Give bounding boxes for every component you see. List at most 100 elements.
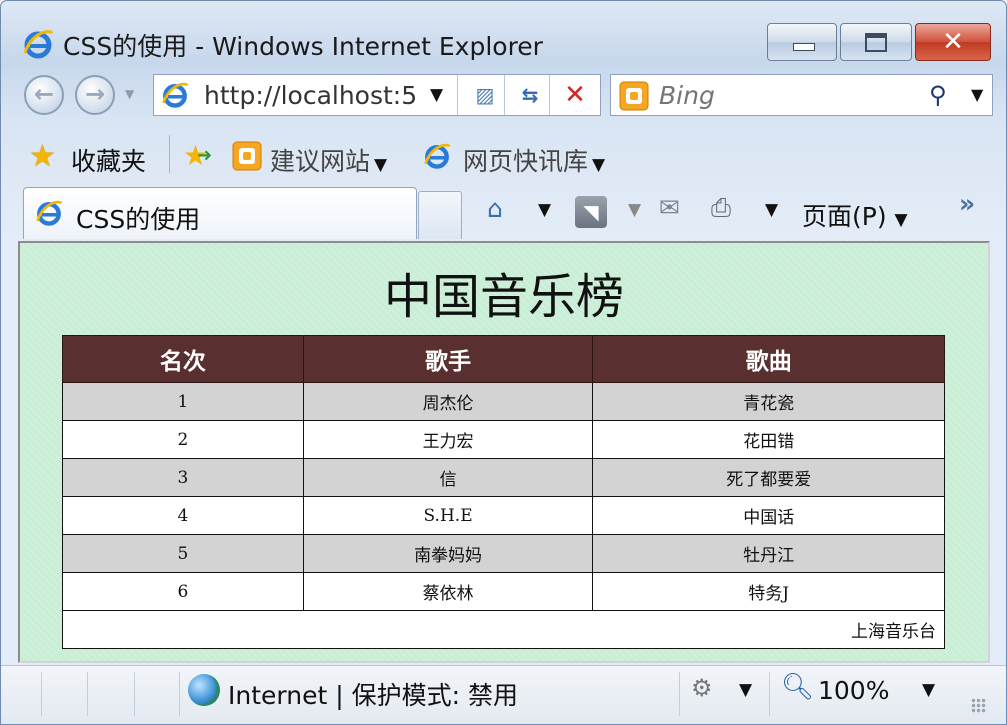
song-cell: 青花瓷 — [592, 382, 945, 421]
tab-label: CSS的使用 — [76, 205, 201, 234]
table-footer-source: 上海音乐台 — [62, 610, 945, 649]
arrow-left-icon: ← — [33, 80, 55, 108]
address-dropdown[interactable]: ▼ — [430, 85, 443, 105]
stop-icon[interactable]: ✕ — [559, 79, 591, 111]
page-ie-icon — [162, 82, 189, 108]
table-footer-row: 上海音乐台 — [62, 610, 945, 649]
singer-cell: 蔡依林 — [302, 572, 594, 611]
print-dropdown[interactable]: ▼ — [765, 200, 778, 220]
zoom-level[interactable]: 100% — [818, 676, 889, 705]
zoom-dropdown[interactable]: ▼ — [922, 680, 935, 700]
table-row: 1 周杰伦 青花瓷 — [62, 382, 945, 421]
page-menu-button[interactable]: 页面(P) ▼ — [802, 197, 908, 233]
resize-grip[interactable] — [971, 698, 987, 714]
rank-cell: 5 — [62, 534, 304, 573]
feeds-dropdown[interactable]: ▼ — [628, 200, 641, 220]
song-cell: 中国话 — [592, 496, 945, 535]
address-divider — [549, 75, 550, 115]
web-slice-gallery-link[interactable]: 网页快讯库 ▼ — [463, 142, 605, 178]
zoom-magnifier-icon[interactable]: 🔍︎ — [781, 672, 814, 702]
print-icon[interactable]: ⎙ — [711, 193, 731, 223]
refresh-icon[interactable]: ⇆ — [514, 79, 546, 111]
favorites-button[interactable]: 收藏夹 — [71, 142, 146, 178]
singer-cell: 信 — [302, 458, 594, 497]
suggested-sites-link[interactable]: 建议网站 ▼ — [270, 142, 387, 178]
column-header-singer: 歌手 — [302, 335, 594, 383]
address-bar[interactable]: http://localhost:5 ▼ ▨ ⇆ ✕ — [153, 74, 601, 116]
minimize-icon — [793, 43, 815, 51]
favorites-bar: ★ 收藏夹 ★ ➜ 建议网站 ▼ 网页快讯库 ▼ — [1, 129, 1006, 185]
add-to-favorites-bar-icon[interactable]: ★ ➜ — [183, 139, 212, 172]
status-divider — [41, 672, 42, 716]
address-divider — [457, 75, 458, 115]
recent-pages-dropdown[interactable]: ▼ — [125, 87, 134, 101]
singer-cell: S.H.E — [302, 496, 594, 535]
security-zone-status[interactable]: Internet | 保护模式: 禁用 — [228, 676, 518, 712]
song-cell: 死了都要爱 — [592, 458, 945, 497]
close-button[interactable]: ✕ — [915, 23, 991, 61]
navigation-bar: ← → ▼ http://localhost:5 ▼ ▨ ⇆ ✕ Bing ⚲ … — [1, 71, 1006, 125]
singer-cell: 南拳妈妈 — [302, 534, 594, 573]
status-divider — [134, 672, 135, 716]
search-box[interactable]: ⚲ ▼ — [610, 74, 993, 116]
table-row: 2 王力宏 花田错 — [62, 420, 945, 459]
chevron-down-icon: ▼ — [374, 155, 388, 175]
feeds-icon[interactable]: ◥ — [575, 196, 607, 228]
rank-cell: 6 — [62, 572, 304, 611]
chevron-down-icon: ▼ — [592, 155, 606, 175]
green-arrow-icon: ➜ — [197, 145, 213, 166]
status-divider — [769, 672, 770, 716]
address-divider — [504, 75, 505, 115]
new-tab-button[interactable] — [418, 191, 462, 239]
tab-bar: CSS的使用 ⌂ ▼ ◥ ▼ ✉ ⎙ ▼ 页面(P) ▼ » — [1, 185, 1006, 241]
column-header-rank: 名次 — [62, 335, 304, 383]
maximize-icon — [865, 33, 887, 52]
search-options-dropdown[interactable]: ▼ — [971, 85, 983, 104]
internet-zone-globe-icon — [188, 674, 220, 706]
search-input[interactable] — [659, 75, 919, 115]
home-dropdown[interactable]: ▼ — [538, 200, 551, 220]
home-icon[interactable]: ⌂ — [487, 194, 503, 223]
tab-css[interactable]: CSS的使用 — [23, 187, 417, 239]
table-row: 6 蔡依林 特务J — [62, 572, 945, 611]
favorites-star-icon[interactable]: ★ — [29, 139, 56, 174]
search-icon[interactable]: ⚲ — [929, 81, 947, 109]
back-button[interactable]: ← — [24, 75, 64, 115]
maximize-button[interactable] — [840, 23, 912, 61]
bing-icon — [619, 81, 649, 111]
address-input[interactable]: http://localhost:5 — [204, 81, 422, 110]
song-cell: 特务J — [592, 572, 945, 611]
forward-button[interactable]: → — [75, 75, 115, 115]
compatibility-view-icon[interactable]: ▨ — [469, 79, 501, 111]
status-divider — [679, 672, 680, 716]
title-bar: CSS的使用 - Windows Internet Explorer ✕ — [1, 1, 1006, 71]
mail-icon[interactable]: ✉ — [659, 193, 680, 222]
table-row: 5 南拳妈妈 牡丹江 — [62, 534, 945, 573]
table-row: 4 S.H.E 中国话 — [62, 496, 945, 535]
suggested-sites-label: 建议网站 — [270, 147, 371, 176]
chevron-down-icon[interactable]: ▼ — [739, 680, 752, 700]
chevron-down-icon: ▼ — [894, 210, 908, 230]
page-title: 中国音乐榜 — [383, 269, 624, 325]
status-bar: Internet | 保护模式: 禁用 ⚙ ▼ 🔍︎ 100% ▼ — [1, 665, 1006, 724]
song-cell: 花田错 — [592, 420, 945, 459]
status-divider — [179, 672, 180, 716]
rank-cell: 2 — [62, 420, 304, 459]
singer-cell: 王力宏 — [302, 420, 594, 459]
column-header-song: 歌曲 — [592, 335, 945, 383]
rank-cell: 4 — [62, 496, 304, 535]
ie-logo-icon — [23, 30, 54, 59]
web-slice-gallery-label: 网页快讯库 — [463, 147, 589, 176]
protected-mode-icon[interactable]: ⚙ — [691, 674, 713, 702]
arrow-right-icon: → — [84, 80, 106, 108]
status-divider — [87, 672, 88, 716]
table-row: 3 信 死了都要爱 — [62, 458, 945, 497]
singer-cell: 周杰伦 — [302, 382, 594, 421]
close-icon: ✕ — [942, 27, 964, 57]
more-commands-icon[interactable]: » — [959, 189, 975, 218]
page-menu-label: 页面(P) — [802, 202, 887, 231]
music-chart-table: 名次 歌手 歌曲 1 周杰伦 青花瓷 2 王力宏 花田错 3 信 死了都要爱 4… — [62, 335, 945, 649]
rank-cell: 1 — [62, 382, 304, 421]
minimize-button[interactable] — [767, 23, 837, 61]
web-slice-gallery-icon — [424, 143, 451, 169]
